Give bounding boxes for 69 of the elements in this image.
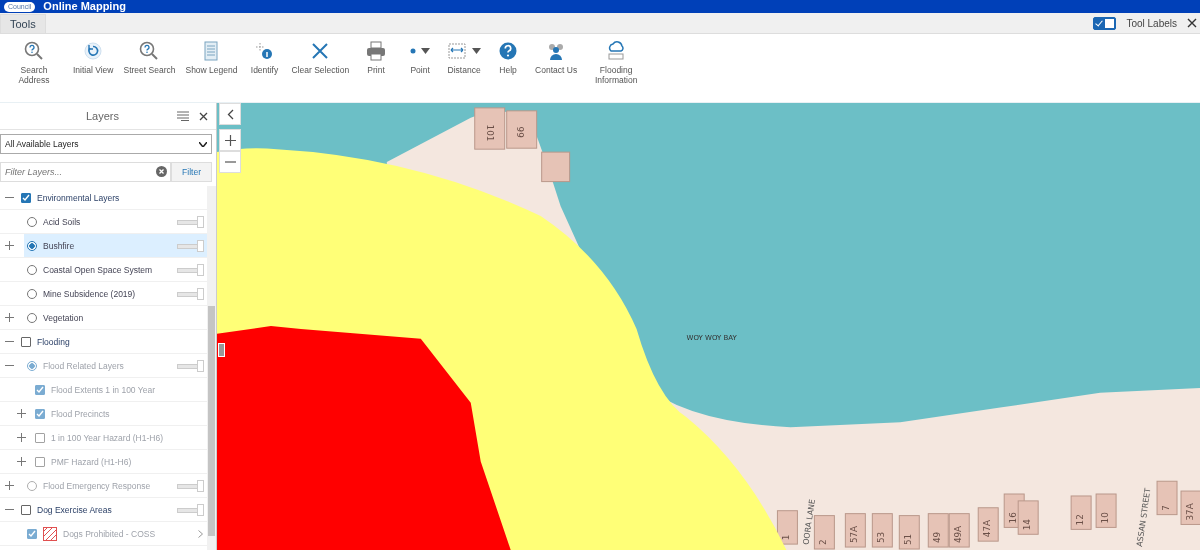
cloud-icon bbox=[606, 41, 627, 61]
toolbar-button[interactable]: Clear Selection bbox=[288, 40, 353, 76]
checkbox[interactable] bbox=[21, 192, 31, 203]
close-icon[interactable] bbox=[199, 111, 208, 121]
radio-button[interactable] bbox=[27, 216, 37, 227]
opacity-slider[interactable] bbox=[177, 480, 203, 491]
toolbar-button[interactable]: Identify bbox=[244, 40, 285, 76]
layer-item[interactable]: Vegetation bbox=[24, 306, 207, 329]
panel-title: Layers bbox=[85, 110, 120, 122]
tool-labels-label: Tool Labels bbox=[1126, 17, 1177, 29]
toolbar-button[interactable]: Distance bbox=[444, 40, 485, 76]
caret-icon[interactable] bbox=[421, 48, 431, 54]
radio-button[interactable] bbox=[27, 288, 37, 299]
app-title: Online Mapping bbox=[43, 0, 126, 13]
toolbar-button[interactable]: Show Legend bbox=[182, 40, 241, 76]
layer-item[interactable]: Dog Exercise Areas bbox=[18, 498, 207, 521]
toolbar-button[interactable]: Flooding Information bbox=[584, 40, 649, 86]
toggle-switch[interactable] bbox=[1093, 16, 1117, 30]
layers-dropdown[interactable]: All Available Layers bbox=[0, 134, 212, 154]
chevron-left-icon bbox=[226, 108, 234, 120]
clear-icon[interactable] bbox=[156, 166, 168, 177]
minus-icon bbox=[224, 161, 236, 163]
resize-handle[interactable] bbox=[218, 343, 225, 357]
distance-icon bbox=[447, 41, 468, 61]
plus-icon bbox=[224, 134, 236, 146]
opacity-slider[interactable] bbox=[177, 240, 203, 251]
dot-icon bbox=[410, 48, 417, 54]
layer-item[interactable]: Environmental Layers bbox=[18, 186, 207, 209]
opacity-slider[interactable] bbox=[177, 216, 203, 227]
expand-icon[interactable] bbox=[4, 241, 14, 250]
checkbox[interactable] bbox=[21, 336, 31, 347]
search-address-icon bbox=[24, 41, 44, 61]
toolbar-button[interactable]: Print bbox=[356, 40, 397, 76]
checkbox[interactable] bbox=[21, 504, 31, 515]
radio-button[interactable] bbox=[27, 312, 37, 323]
layer-item[interactable]: Coastal Open Space System bbox=[24, 258, 207, 281]
scrollbar[interactable] bbox=[207, 186, 216, 550]
filter-field[interactable]: Filter Layers... bbox=[0, 162, 172, 182]
toolbar-button[interactable]: Contact Us bbox=[532, 40, 581, 76]
layer-item[interactable]: Mine Subsidence (2019) bbox=[24, 282, 207, 305]
radio-button[interactable] bbox=[27, 240, 37, 251]
identify-icon bbox=[254, 41, 275, 61]
opacity-slider[interactable] bbox=[177, 360, 203, 371]
toolbar-button[interactable]: Search Address bbox=[2, 40, 66, 86]
refresh-icon bbox=[83, 41, 104, 61]
chevron-down-icon bbox=[199, 141, 207, 147]
tools-tab[interactable]: Tools bbox=[0, 14, 46, 33]
zoom-in-button[interactable] bbox=[219, 129, 241, 151]
caret-icon[interactable] bbox=[472, 48, 482, 54]
help-icon bbox=[498, 41, 519, 61]
toolbar-button[interactable]: Help bbox=[488, 40, 529, 76]
menu-icon[interactable] bbox=[177, 111, 189, 121]
close-icon[interactable] bbox=[1187, 18, 1197, 28]
opacity-slider[interactable] bbox=[177, 264, 203, 275]
chevron-right-icon[interactable] bbox=[198, 529, 203, 538]
layer-item[interactable]: Bushfire bbox=[24, 234, 207, 257]
printer-icon bbox=[366, 41, 387, 61]
layer-item[interactable]: Acid Soils bbox=[24, 210, 207, 233]
expand-icon[interactable] bbox=[4, 313, 14, 322]
toolbar-button[interactable]: Point bbox=[400, 40, 441, 76]
toolbar-button[interactable]: Initial View bbox=[70, 40, 117, 76]
filter-button[interactable]: Filter bbox=[171, 162, 212, 182]
radio-button[interactable] bbox=[27, 264, 37, 275]
toolbar-button[interactable]: Street Search bbox=[120, 40, 179, 76]
opacity-slider[interactable] bbox=[177, 288, 203, 299]
layer-item[interactable]: Flooding bbox=[18, 330, 207, 353]
opacity-slider[interactable] bbox=[177, 504, 203, 515]
close-icon bbox=[310, 41, 331, 61]
search-icon bbox=[139, 41, 160, 61]
